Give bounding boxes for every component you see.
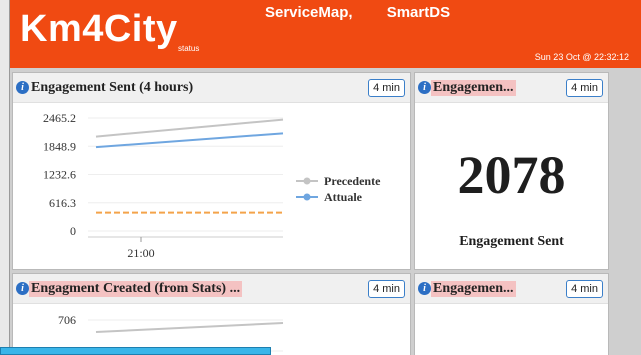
widget-engagement-sent-chart: i Engagement Sent (4 hours) 4 min 2465.2… xyxy=(12,72,411,270)
series-line xyxy=(95,322,284,333)
time-range-button[interactable]: 4 min xyxy=(368,79,405,97)
header-nav: ServiceMap, SmartDS xyxy=(265,4,480,21)
info-icon[interactable]: i xyxy=(16,282,29,295)
time-range-button[interactable]: 4 min xyxy=(566,79,603,97)
legend-label: Precedente xyxy=(324,174,381,188)
brand-logo-text[interactable]: Km4City xyxy=(20,8,178,51)
series-line xyxy=(95,118,284,138)
metric-label: Engagement Sent xyxy=(459,234,564,249)
widget-header: i Engagemen... 4 min xyxy=(415,274,608,304)
time-range-button[interactable]: 4 min xyxy=(368,280,405,298)
widget-title: Engagemen... xyxy=(431,281,516,297)
series-line xyxy=(95,132,284,149)
y-tick-label: 1232.6 xyxy=(43,168,76,182)
info-icon[interactable]: i xyxy=(16,81,29,94)
widget-header: i Engagemen... 4 min xyxy=(415,73,608,103)
widget-body: 2078 Engagement Sent xyxy=(415,104,608,269)
brand-status-label: status xyxy=(178,44,200,53)
widget-title: Engagment Created (from Stats) ... xyxy=(29,281,243,297)
y-tick-label: 616.3 xyxy=(49,196,76,210)
y-tick-label: 2465.2 xyxy=(43,111,76,125)
metric-value: 2078 xyxy=(457,145,566,205)
y-tick-label: 706 xyxy=(58,313,76,327)
y-tick-label: 0 xyxy=(70,224,76,238)
legend-marker xyxy=(303,193,311,201)
legend-marker xyxy=(303,177,311,185)
widget-body xyxy=(415,305,608,355)
widget-engagement-created-single: i Engagemen... 4 min xyxy=(414,273,609,355)
widget-engagement-created-chart: i Engagment Created (from Stats) ... 4 m… xyxy=(12,273,411,355)
background-window-edge xyxy=(0,0,10,355)
overlay-panel-tab[interactable] xyxy=(0,347,271,355)
widget-engagement-sent-single: i Engagemen... 4 min 2078 Engagement Sen… xyxy=(414,72,609,270)
info-icon[interactable]: i xyxy=(418,282,431,295)
nav-link-smartds[interactable]: SmartDS xyxy=(387,4,450,21)
datetime-display: Sun 23 Oct @ 22:32:12 xyxy=(534,52,629,62)
widget-header: i Engagement Sent (4 hours) 4 min xyxy=(13,73,410,103)
widget-title: Engagemen... xyxy=(431,80,516,96)
dashboard-grid: i Engagement Sent (4 hours) 4 min 2465.2… xyxy=(10,68,641,355)
y-tick-label: 1848.9 xyxy=(43,139,76,153)
nav-link-servicemap[interactable]: ServiceMap, xyxy=(265,4,353,21)
app-header: Km4City status ServiceMap, SmartDS Sun 2… xyxy=(10,0,641,68)
legend-label: Attuale xyxy=(324,190,363,204)
time-range-button[interactable]: 4 min xyxy=(566,280,603,298)
widget-body: 2465.2 1848.9 1232.6 616.3 0 21:00 Precedente A… xyxy=(13,104,410,269)
engagement-sent-line-chart: 2465.2 1848.9 1232.6 616.3 0 21:00 Precedente A… xyxy=(43,111,381,260)
x-tick-label: 21:00 xyxy=(127,246,154,260)
info-icon[interactable]: i xyxy=(418,81,431,94)
widget-header: i Engagment Created (from Stats) ... 4 m… xyxy=(13,274,410,304)
widget-title: Engagement Sent (4 hours) xyxy=(31,80,194,95)
